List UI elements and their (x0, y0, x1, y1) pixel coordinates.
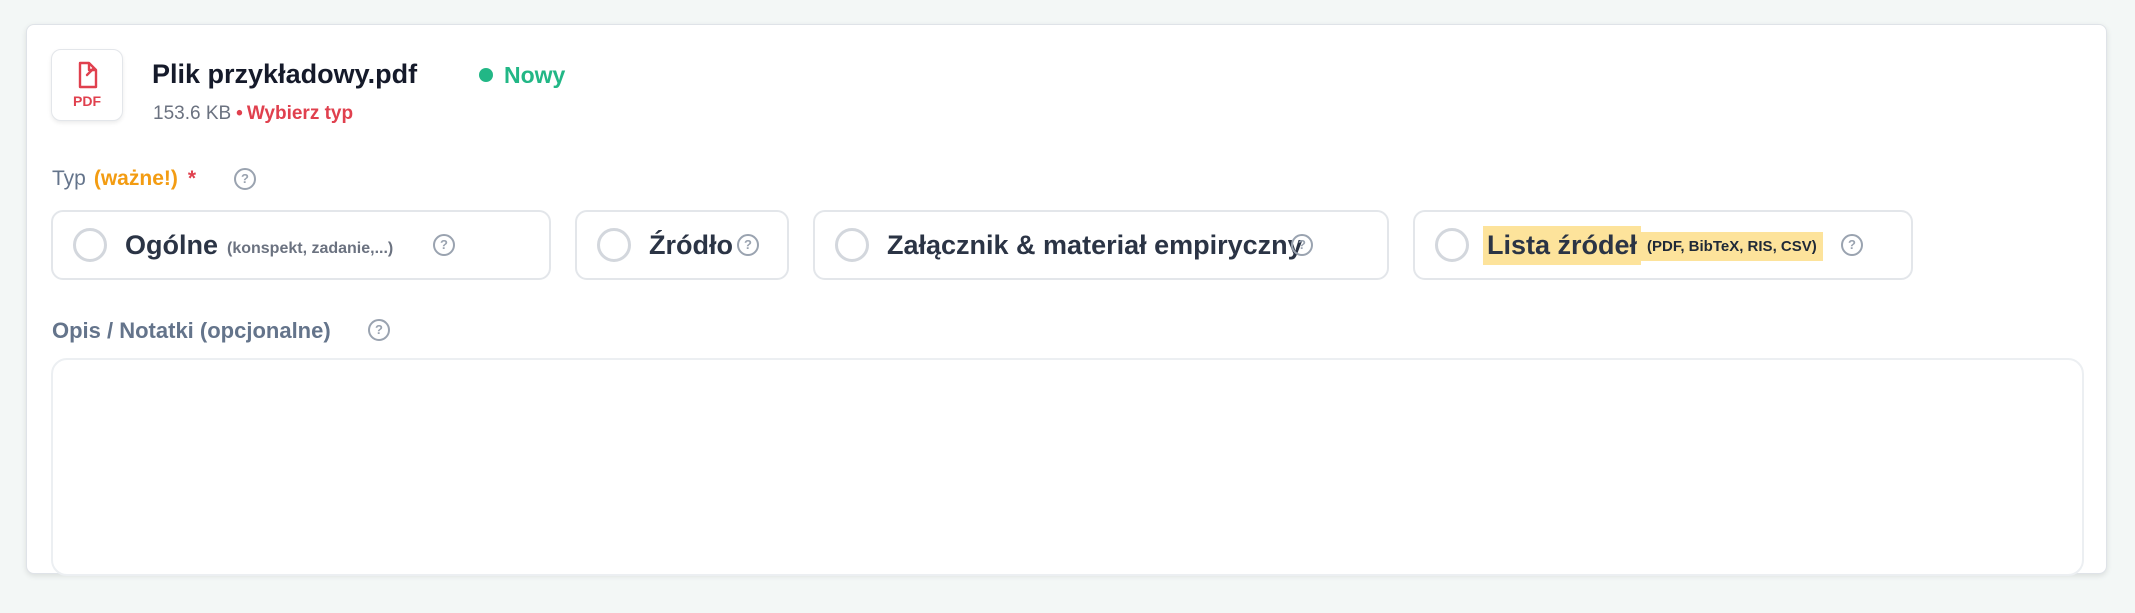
help-icon[interactable]: ? (1291, 234, 1313, 256)
type-option-source[interactable]: Źródło ? (575, 210, 789, 280)
required-marker: * (187, 167, 197, 190)
help-icon[interactable]: ? (433, 234, 455, 256)
notes-field-label: Opis / Notatki (opcjonalne) (52, 318, 331, 343)
option-label: Załącznik & materiał empiryczny (887, 230, 1303, 260)
type-option-source-list[interactable]: Lista źródeł (PDF, BibTeX, RIS, CSV) ? (1413, 210, 1913, 280)
option-label: Lista źródeł (1483, 226, 1642, 265)
document-icon (78, 61, 98, 89)
meta-separator: • (236, 103, 243, 124)
radio-button[interactable] (597, 228, 631, 262)
important-note: (ważne!) (93, 167, 178, 190)
notes-help-icon[interactable]: ? (368, 319, 390, 341)
type-label-text: Typ (52, 167, 86, 190)
status-dot-icon (479, 68, 493, 82)
choose-type-link[interactable]: Wybierz typ (247, 103, 353, 124)
type-help-icon[interactable]: ? (234, 168, 256, 190)
file-meta: 153.6 KB • Wybierz typ (153, 103, 353, 125)
file-type-label: PDF (73, 93, 101, 109)
option-label: Ogólne (125, 230, 218, 260)
type-option-attachment[interactable]: Załącznik & materiał empiryczny ? (813, 210, 1389, 280)
help-icon[interactable]: ? (737, 234, 759, 256)
notes-textarea[interactable] (51, 358, 2084, 576)
radio-button[interactable] (835, 228, 869, 262)
radio-button[interactable] (1435, 228, 1469, 262)
help-icon[interactable]: ? (1841, 234, 1863, 256)
file-size: 153.6 KB (153, 103, 232, 124)
type-field-label: Typ (ważne!) * (52, 167, 196, 191)
type-option-general[interactable]: Ogólne (konspekt, zadanie,...) ? (51, 210, 551, 280)
option-hint: (PDF, BibTeX, RIS, CSV) (1641, 232, 1823, 261)
file-name: Plik przykładowy.pdf (152, 59, 418, 89)
option-hint: (konspekt, zadanie,...) (227, 240, 394, 257)
radio-button[interactable] (73, 228, 107, 262)
file-upload-card: PDF Plik przykładowy.pdf Nowy 153.6 KB • W… (26, 24, 2107, 576)
status-badge: Nowy (504, 62, 566, 88)
pdf-file-icon: PDF (51, 49, 123, 121)
option-label: Źródło (649, 230, 733, 260)
